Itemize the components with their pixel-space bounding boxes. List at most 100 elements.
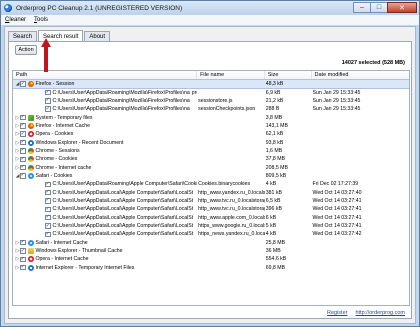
row-size: 6 kB: [265, 214, 277, 221]
row-checkbox[interactable]: ✓: [45, 98, 51, 104]
tab-strip: Search Search result About: [5, 27, 415, 42]
row-date: Sun Jan 29 15:33:45: [312, 97, 361, 104]
row-file-name: [197, 172, 265, 180]
row-size: 37,8 MB: [265, 156, 286, 163]
row-checkbox[interactable]: ✓: [45, 223, 51, 229]
row-size: 396 kB: [265, 206, 282, 213]
register-link[interactable]: Register: [327, 310, 347, 316]
file-row[interactable]: ✓ C:\Users\User\AppData\Roaming\Mozilla\F…: [13, 97, 409, 105]
chrome-icon: [27, 156, 34, 163]
row-size: 809,5 kB: [265, 172, 287, 179]
file-row[interactable]: ✓ C:\Users\User\AppData\Local\Apple Compu…: [13, 222, 409, 230]
group-row[interactable]: ▷ ✓ Opera - Cookies 62,1 kB: [13, 130, 409, 138]
row-file-name: sessionstore.js: [198, 97, 233, 104]
column-date-modified[interactable]: Date modified: [312, 71, 409, 79]
row-checkbox[interactable]: ✓: [20, 257, 26, 263]
window-title: Orderprog PC Cleanup 2.1 (UNREGISTERED V…: [16, 4, 183, 12]
results-grid: Path File name Size Date modified ◢ ✓ Fire…: [12, 70, 410, 306]
row-date: [311, 163, 409, 171]
row-file-name: https_news.yandex.ru_0.localstorage: [198, 231, 265, 238]
row-checkbox[interactable]: ✓: [20, 240, 26, 246]
file-row[interactable]: ✓ C:\Users\User\AppData\Roaming\Mozilla\F…: [13, 105, 409, 113]
search-result-panel: Action 14027 selected (528 MB) Path File…: [8, 41, 412, 319]
row-date: [311, 130, 409, 138]
status-bar: Register http://orderprog.com: [9, 307, 411, 319]
row-checkbox[interactable]: ✓: [20, 115, 26, 121]
row-checkbox[interactable]: ✓: [45, 215, 51, 221]
group-row[interactable]: ▷ ✓ Firefox - Internet Cache 143,1 MB: [13, 122, 409, 130]
row-date: Wed Oct 14 03:27:41: [312, 214, 362, 221]
row-checkbox[interactable]: ✓: [20, 265, 26, 271]
action-button[interactable]: Action: [15, 45, 37, 55]
row-checkbox[interactable]: ✓: [45, 106, 51, 112]
row-path: Windows Explorer - Recent Document: [35, 139, 124, 146]
row-checkbox[interactable]: ✓: [45, 182, 51, 188]
menu-tools[interactable]: Tools: [34, 17, 48, 23]
row-file-name: http_www.yandex.ru_0.localstorage: [198, 189, 265, 196]
row-size: 3,8 MB: [265, 114, 283, 121]
group-row[interactable]: ▷ ✓ Opera - Internet Cache 554,6 kB: [13, 255, 409, 263]
app-window: Orderprog PC Cleanup 2.1 (UNREGISTERED V…: [0, 0, 420, 327]
tab-search[interactable]: Search: [8, 31, 38, 41]
file-row[interactable]: ✓ C:\Users\User\AppData\Local\Apple Compu…: [13, 197, 409, 205]
group-row[interactable]: ▷ ✓ Chrome - Internet cache 208,5 MB: [13, 163, 409, 171]
close-button[interactable]: ✕: [387, 2, 417, 13]
file-row[interactable]: ✓ C:\Users\User\AppData\Local\Apple Compu…: [13, 230, 409, 238]
row-path: Chrome - Sessions: [35, 147, 80, 154]
column-file-name[interactable]: File name: [197, 71, 265, 79]
file-row[interactable]: ✓ C:\Users\User\AppData\Local\Apple Compu…: [13, 188, 409, 196]
minimize-button[interactable]: –: [353, 2, 371, 13]
file-row[interactable]: ✓ C:\Users\User\AppData\Local\Apple Compu…: [13, 205, 409, 213]
file-row[interactable]: ✓ C:\Users\User\AppData\Local\Apple Compu…: [13, 214, 409, 222]
row-size: 143,1 MB: [265, 122, 288, 129]
tab-about[interactable]: About: [84, 31, 111, 41]
row-date: Wed Oct 14 03:27:40: [312, 189, 362, 196]
row-checkbox[interactable]: ✓: [45, 190, 51, 196]
row-checkbox[interactable]: ✓: [20, 156, 26, 163]
row-checkbox[interactable]: ✓: [20, 140, 26, 146]
row-file-name: [197, 255, 265, 263]
row-checkbox[interactable]: ✓: [45, 232, 51, 238]
row-checkbox[interactable]: ✓: [45, 90, 51, 96]
group-row[interactable]: ▷ ✓ System - Temporary files 3,8 MB: [13, 113, 409, 121]
row-checkbox[interactable]: ✓: [20, 123, 26, 129]
column-size[interactable]: Size: [265, 71, 312, 79]
group-row[interactable]: ▷ ✓ Windows Explorer - Thumbnail Cache 36 M…: [13, 247, 409, 255]
safari-icon: [27, 239, 34, 246]
row-file-name: [197, 163, 265, 171]
row-path: C:\Users\User\AppData\Local\Apple Comput…: [52, 189, 194, 196]
row-date: [311, 80, 409, 88]
group-row[interactable]: ◢ ✓ Firefox - Session 48,3 kB: [13, 78, 409, 90]
row-file-name: http_www.apple.com_0.localstorage: [198, 214, 265, 221]
row-checkbox[interactable]: ✓: [45, 198, 51, 204]
group-row[interactable]: ▷ ✓ Chrome - Sessions 1,6 MB: [13, 147, 409, 155]
website-link[interactable]: http://orderprog.com: [355, 310, 405, 316]
row-checkbox[interactable]: ✓: [20, 148, 26, 154]
row-checkbox[interactable]: ✓: [20, 165, 26, 171]
row-checkbox[interactable]: ✓: [20, 248, 26, 254]
column-path[interactable]: Path: [13, 71, 198, 79]
maximize-button[interactable]: □: [370, 2, 388, 13]
system-icon: [27, 114, 34, 121]
file-row[interactable]: ✓ C:\Users\User\AppData\Roaming\Apple Com…: [13, 180, 409, 188]
row-checkbox[interactable]: ✓: [20, 173, 26, 179]
app-icon: [4, 4, 12, 12]
row-date: [311, 155, 409, 163]
menu-cleaner[interactable]: Cleaner: [5, 17, 26, 23]
group-row[interactable]: ▷ ✓ Safari - Internet Cache 25,8 MB: [13, 239, 409, 247]
file-row[interactable]: ✓ C:\Users\User\AppData\Roaming\Mozilla\F…: [13, 88, 409, 96]
row-size: 48,3 kB: [265, 81, 284, 88]
row-path: C:\Users\User\AppData\Roaming\Mozilla\Fi…: [52, 106, 190, 113]
row-date: Wed Oct 14 03:27:41: [312, 223, 362, 230]
row-checkbox[interactable]: ✓: [20, 81, 26, 87]
group-row[interactable]: ▷ ✓ Chrome - Cookies 37,8 MB: [13, 155, 409, 163]
row-file-name: [197, 88, 265, 96]
row-path: System - Temporary files: [35, 114, 93, 121]
row-checkbox[interactable]: ✓: [45, 207, 51, 213]
group-row[interactable]: ◢ ✓ Safari - Cookies 809,5 kB: [13, 172, 409, 180]
group-row[interactable]: ▷ ✓ Internet Explorer - Temporary Internet…: [13, 264, 409, 272]
row-path: C:\Users\User\AppData\Local\Apple Comput…: [52, 223, 194, 230]
row-checkbox[interactable]: ✓: [20, 131, 26, 137]
group-row[interactable]: ▷ ✓ Windows Explorer - Recent Document 93,8…: [13, 138, 409, 146]
row-date: [311, 147, 409, 155]
